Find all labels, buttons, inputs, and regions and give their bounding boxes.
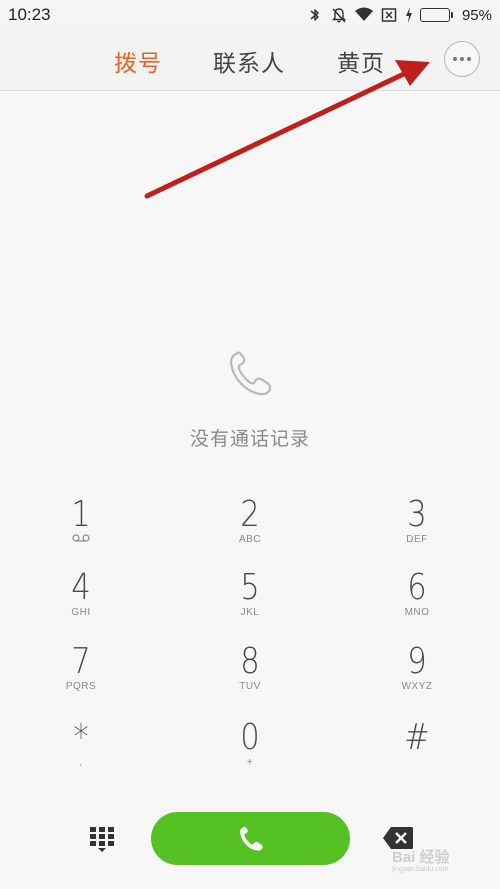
charging-icon <box>405 7 412 23</box>
voicemail-icon <box>21 534 141 546</box>
key-4[interactable]: 4 GHI <box>21 569 141 637</box>
key-0[interactable]: 0 + <box>190 719 310 787</box>
key-letters: MNO <box>404 607 430 618</box>
key-letters: WXYZ <box>401 681 433 692</box>
key-star[interactable]: * , <box>21 719 141 787</box>
empty-call-log-text: 没有通话记录 <box>189 428 310 450</box>
key-digit: 6 <box>407 567 427 608</box>
watermark: Bai 经验 <box>392 849 450 866</box>
key-1[interactable]: 1 <box>21 496 141 564</box>
bluetooth-icon <box>310 9 319 21</box>
key-8[interactable]: 8 TUV <box>190 643 310 711</box>
mute-bell-icon <box>331 8 347 23</box>
key-9[interactable]: 9 WXYZ <box>357 643 477 711</box>
more-button[interactable] <box>444 41 480 77</box>
more-dots-icon <box>453 57 457 61</box>
key-digit: 0 <box>240 717 260 758</box>
dialpad-icon[interactable] <box>89 826 115 852</box>
wifi-icon <box>354 7 373 21</box>
key-letters: DEF <box>406 534 428 545</box>
key-letters: JKL <box>240 607 260 618</box>
call-button[interactable] <box>151 812 350 865</box>
key-letters: + <box>246 757 254 768</box>
key-digit: 1 <box>71 494 91 535</box>
battery-icon <box>419 8 453 22</box>
key-digit: 5 <box>240 567 260 608</box>
status-bar: 10:23 95% <box>0 0 500 30</box>
key-letters: GHI <box>71 607 91 618</box>
key-7[interactable]: 7 PQRS <box>21 643 141 711</box>
key-digit: 3 <box>407 494 427 535</box>
key-digit: 2 <box>240 494 260 535</box>
key-digit: # <box>404 717 430 758</box>
tab-dial[interactable]: 拨号 <box>114 44 162 78</box>
key-2[interactable]: 2 ABC <box>190 496 310 564</box>
key-5[interactable]: 5 JKL <box>190 569 310 637</box>
key-letters: ABC <box>238 534 262 545</box>
status-icons: 95% <box>306 4 492 26</box>
more-dot <box>467 57 471 61</box>
status-time: 10:23 <box>8 5 51 24</box>
battery-percent: 95% <box>461 6 492 24</box>
key-hash[interactable]: # <box>357 719 477 787</box>
key-digit: * <box>73 717 89 758</box>
key-digit: 9 <box>407 641 427 682</box>
key-digit: 7 <box>71 641 91 682</box>
key-letters: PQRS <box>65 681 97 692</box>
key-letters: TUV <box>239 681 261 692</box>
key-6[interactable]: 6 MNO <box>357 569 477 637</box>
key-digit: 4 <box>71 567 91 608</box>
tab-contacts[interactable]: 联系人 <box>213 44 285 78</box>
key-letters: , <box>79 757 83 768</box>
key-digit: 8 <box>240 641 260 682</box>
key-3[interactable]: 3 DEF <box>357 496 477 564</box>
phone-handset-icon <box>229 351 272 396</box>
no-sim-icon <box>381 8 397 22</box>
tab-bar: 拨号 联系人 黄页 <box>0 30 500 91</box>
voicemail-glyph <box>72 534 90 542</box>
call-icon <box>239 826 263 851</box>
tab-yellow-pages[interactable]: 黄页 <box>337 44 385 78</box>
watermark-sub: jingyan.baidu.com <box>392 866 449 873</box>
more-dot <box>460 57 464 61</box>
